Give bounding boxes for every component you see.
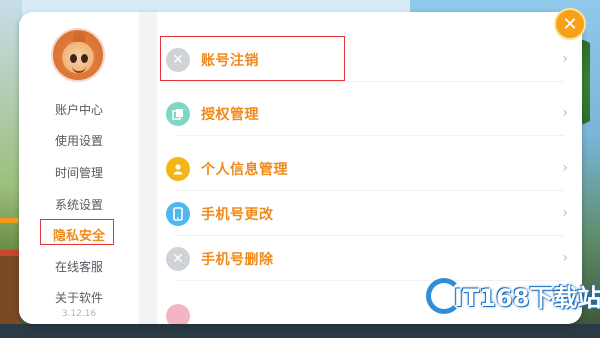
avatar[interactable]: [51, 28, 105, 82]
sidebar-item-time-management[interactable]: 时间管理: [19, 164, 139, 181]
sidebar-item-account-center[interactable]: 账户中心: [19, 101, 139, 118]
list-item-personal-info-management[interactable]: 个人信息管理 ›: [157, 147, 582, 191]
avatar-eye: [70, 54, 77, 63]
settings-sidebar: 账户中心 使用设置 时间管理 系统设置 隐私安全 在线客服 关于软件 3.12.…: [19, 12, 139, 324]
chevron-right-icon: ›: [562, 250, 568, 266]
close-icon: ✕: [562, 13, 578, 35]
row-divider: [175, 190, 564, 191]
row-divider: [175, 81, 564, 82]
avatar-eye: [81, 54, 88, 63]
person-icon: [166, 157, 190, 181]
chevron-right-icon: ›: [562, 105, 568, 121]
watermark-subtext: IT168 Download: [478, 312, 543, 321]
privacy-icon: [166, 304, 190, 324]
version-label: 3.12.16: [61, 309, 97, 319]
sidebar-item-usage-settings[interactable]: 使用设置: [19, 132, 139, 149]
close-circle-icon: ✕: [166, 247, 190, 271]
row-divider: [175, 135, 564, 136]
active-item-highlight-box: [40, 219, 114, 245]
phone-icon: [166, 202, 190, 226]
selected-item-highlight-box: [160, 36, 345, 81]
copy-icon: [166, 102, 190, 126]
sidebar-item-about-software[interactable]: 关于软件: [19, 289, 139, 306]
avatar-tuft: [73, 32, 85, 42]
active-nav-pointer: [0, 218, 18, 223]
list-item-label: 个人信息管理: [201, 162, 288, 178]
list-item-label: 手机号更改: [201, 207, 274, 223]
chevron-right-icon: ›: [562, 51, 568, 67]
list-item-label: 授权管理: [201, 107, 259, 123]
list-item-phone-change[interactable]: 手机号更改 ›: [157, 192, 582, 236]
list-item-label: 手机号删除: [201, 252, 274, 268]
row-divider: [175, 235, 564, 236]
sidebar-item-online-service[interactable]: 在线客服: [19, 258, 139, 275]
sidebar-divider: [139, 12, 157, 324]
chevron-right-icon: ›: [562, 205, 568, 221]
watermark-text: IT168下载站: [454, 284, 600, 312]
sidebar-item-system-settings[interactable]: 系统设置: [19, 196, 139, 213]
avatar-mouth: [72, 65, 86, 73]
watermark: IT168下载站 IT168 Download: [420, 268, 600, 328]
list-item-authorization-management[interactable]: 授权管理 ›: [157, 92, 582, 136]
chevron-right-icon: ›: [562, 160, 568, 176]
close-button[interactable]: ✕: [554, 8, 586, 40]
